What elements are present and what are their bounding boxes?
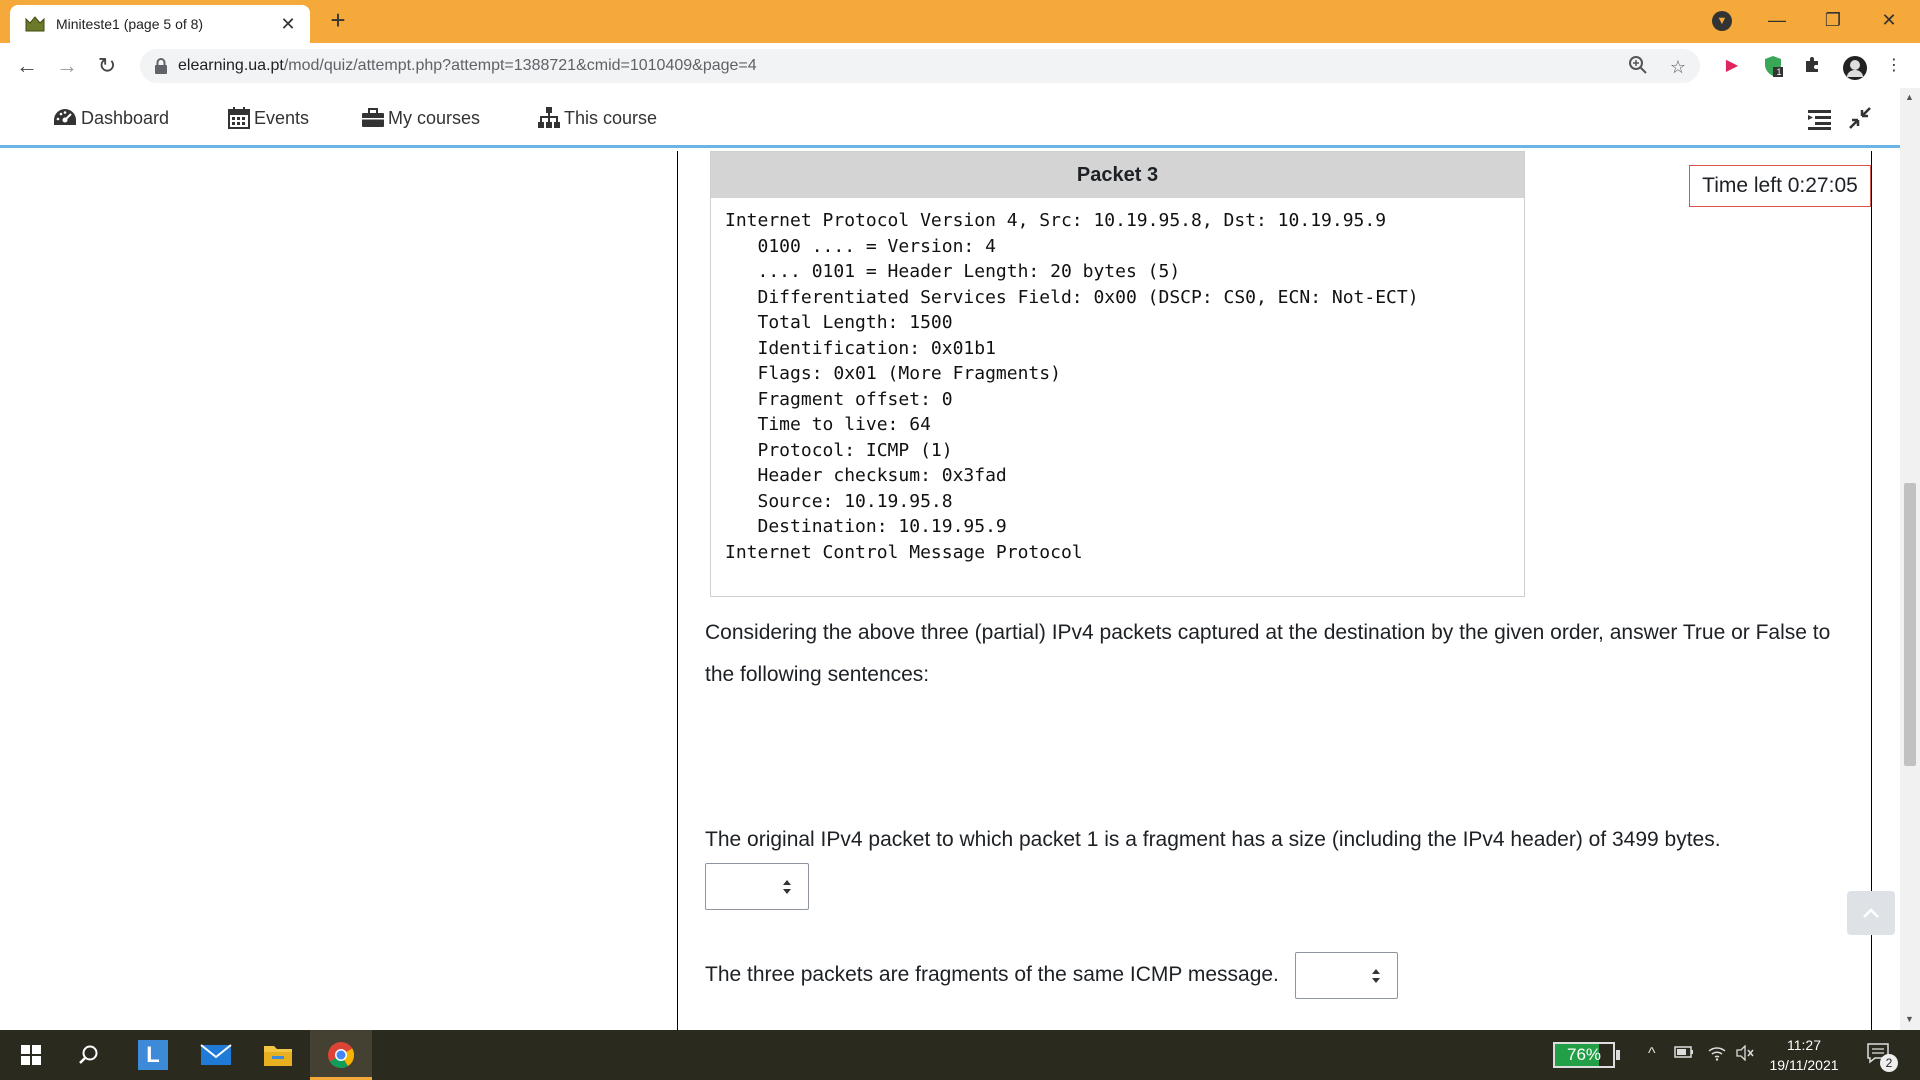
collapse-fullscreen-icon[interactable] xyxy=(1846,104,1874,132)
close-window-button[interactable]: ✕ xyxy=(1866,6,1912,34)
volume-muted-icon[interactable] xyxy=(1735,1044,1755,1066)
packet-line: Differentiated Services Field: 0x00 (DSC… xyxy=(725,286,1419,308)
tab-search-icon[interactable]: ▼ xyxy=(1712,11,1732,31)
chevron-up-icon xyxy=(1863,908,1879,918)
nav-my-courses-label: My courses xyxy=(388,107,481,128)
url-text[interactable]: elearning.ua.pt/mod/quiz/attempt.php?att… xyxy=(178,57,757,75)
nav-this-course[interactable]: This course xyxy=(537,106,657,130)
statement-2-select[interactable] xyxy=(1295,952,1398,999)
windows-start-icon[interactable] xyxy=(8,1030,54,1080)
nav-events[interactable]: Events xyxy=(227,106,309,130)
moodle-favicon-icon xyxy=(24,15,46,33)
bookmark-star-icon[interactable]: ☆ xyxy=(1666,55,1690,79)
launcher-app-icon[interactable]: L xyxy=(130,1030,176,1080)
browser-toolbar: ← → ↻ elearning.ua.pt/mod/quiz/attempt.p… xyxy=(0,43,1920,88)
extensions-puzzle-icon[interactable] xyxy=(1801,55,1823,77)
minimize-button[interactable]: — xyxy=(1754,6,1800,34)
back-icon[interactable]: ← xyxy=(12,51,42,81)
profile-avatar[interactable] xyxy=(1842,55,1867,80)
browser-tab[interactable]: Miniteste1 (page 5 of 8) ✕ xyxy=(10,5,310,43)
notification-center-icon[interactable]: 2 xyxy=(1866,1042,1898,1072)
packet-line: Time to live: 64 xyxy=(725,414,931,435)
scroll-up-icon[interactable]: ▲ xyxy=(1905,92,1914,102)
back-to-top-button[interactable] xyxy=(1847,891,1895,935)
packet-line: Identification: 0x01b1 xyxy=(725,337,996,359)
new-tab-button[interactable]: + xyxy=(324,6,352,34)
moodle-navbar: Dashboard Events My courses This course xyxy=(0,88,1900,148)
page-scrollbar[interactable]: ▲ ▼ xyxy=(1900,88,1920,1030)
quiz-timer: Time left 0:27:05 xyxy=(1689,165,1871,207)
clock-time: 11:27 xyxy=(1787,1037,1821,1053)
scroll-down-icon[interactable]: ▼ xyxy=(1905,1014,1914,1024)
content-left-border xyxy=(677,151,678,1030)
battery-tray-icon[interactable] xyxy=(1674,1045,1694,1064)
battery-indicator[interactable]: 76% xyxy=(1553,1042,1615,1068)
nav-events-label: Events xyxy=(254,107,310,128)
packet-line: Internet Control Message Protocol xyxy=(725,541,1083,563)
extension-badge: 1 xyxy=(1776,67,1782,77)
packet-title: Packet 3 xyxy=(711,152,1524,198)
wifi-icon[interactable] xyxy=(1707,1045,1727,1066)
nav-this-course-label: This course xyxy=(564,107,658,128)
scrollbar-thumb[interactable] xyxy=(1904,483,1916,766)
clock-date: 19/11/2021 xyxy=(1769,1057,1839,1073)
packet-details: Internet Protocol Version 4, Src: 10.19.… xyxy=(711,198,1524,565)
packet-line: Internet Protocol Version 4, Src: 10.19.… xyxy=(725,210,1387,231)
packet-line: Header checksum: 0x3fad xyxy=(725,465,1007,486)
search-icon[interactable] xyxy=(66,1030,112,1080)
tab-close-icon[interactable]: ✕ xyxy=(278,14,298,35)
packet-line: Source: 10.19.95.8 xyxy=(725,490,953,512)
nav-dashboard-label: Dashboard xyxy=(81,107,170,128)
packet-line: .... 0101 = Header Length: 20 bytes (5) xyxy=(725,261,1181,282)
statement-2-text: The three packets are fragments of the s… xyxy=(705,963,1279,986)
packet-line: Fragment offset: 0 xyxy=(725,388,953,410)
play-extension-icon[interactable]: ▶ xyxy=(1721,55,1743,77)
address-bar[interactable]: elearning.ua.pt/mod/quiz/attempt.php?att… xyxy=(140,49,1700,83)
calendar-icon xyxy=(228,107,250,129)
dashboard-icon xyxy=(54,109,76,125)
battery-tip xyxy=(1616,1050,1620,1060)
select-caret-icon xyxy=(782,878,792,896)
browser-menu-icon[interactable]: ⋮ xyxy=(1883,55,1905,77)
nav-dashboard[interactable]: Dashboard xyxy=(52,106,169,130)
packet-table: Packet 3 Internet Protocol Version 4, Sr… xyxy=(710,151,1525,597)
tab-title: Miniteste1 (page 5 of 8) xyxy=(56,16,204,32)
windows-taskbar: L 76% ^ 11:27 19/11/2021 2 xyxy=(0,1030,1920,1080)
zoom-icon[interactable] xyxy=(1626,55,1650,79)
chevron-up-tray-icon[interactable]: ^ xyxy=(1648,1045,1656,1063)
statement-1-select[interactable] xyxy=(705,863,809,910)
drawer-toggle-icon[interactable] xyxy=(1805,104,1833,132)
restore-button[interactable]: ❐ xyxy=(1810,6,1856,34)
notification-badge: 2 xyxy=(1880,1054,1898,1072)
browser-tab-strip: Miniteste1 (page 5 of 8) ✕ + ▼ — ❐ ✕ xyxy=(0,0,1920,43)
statement-1-text: The original IPv4 packet to which packet… xyxy=(705,828,1721,851)
taskbar-clock[interactable]: 11:27 19/11/2021 xyxy=(1763,1035,1845,1075)
packet-line: Flags: 0x01 (More Fragments) xyxy=(725,363,1061,384)
packet-line: Destination: 10.19.95.9 xyxy=(725,516,1007,537)
sitemap-icon xyxy=(538,107,560,128)
packet-line: 0100 .... = Version: 4 xyxy=(725,235,996,257)
battery-percent: 76% xyxy=(1566,1045,1602,1064)
nav-my-courses[interactable]: My courses xyxy=(361,106,480,130)
question-intro: Considering the above three (partial) IP… xyxy=(705,621,1831,686)
packet-line: Protocol: ICMP (1) xyxy=(725,439,953,461)
select-caret-icon xyxy=(1371,967,1381,985)
launcher-letter: L xyxy=(138,1040,168,1070)
reload-icon[interactable]: ↻ xyxy=(92,51,122,81)
file-explorer-icon[interactable] xyxy=(255,1030,301,1080)
forward-icon[interactable]: → xyxy=(52,51,82,81)
chrome-icon[interactable] xyxy=(318,1030,364,1080)
briefcase-icon xyxy=(362,108,384,127)
packet-line: Total Length: 1500 xyxy=(725,312,953,333)
lock-icon[interactable] xyxy=(154,57,168,75)
mail-icon[interactable] xyxy=(193,1030,239,1080)
